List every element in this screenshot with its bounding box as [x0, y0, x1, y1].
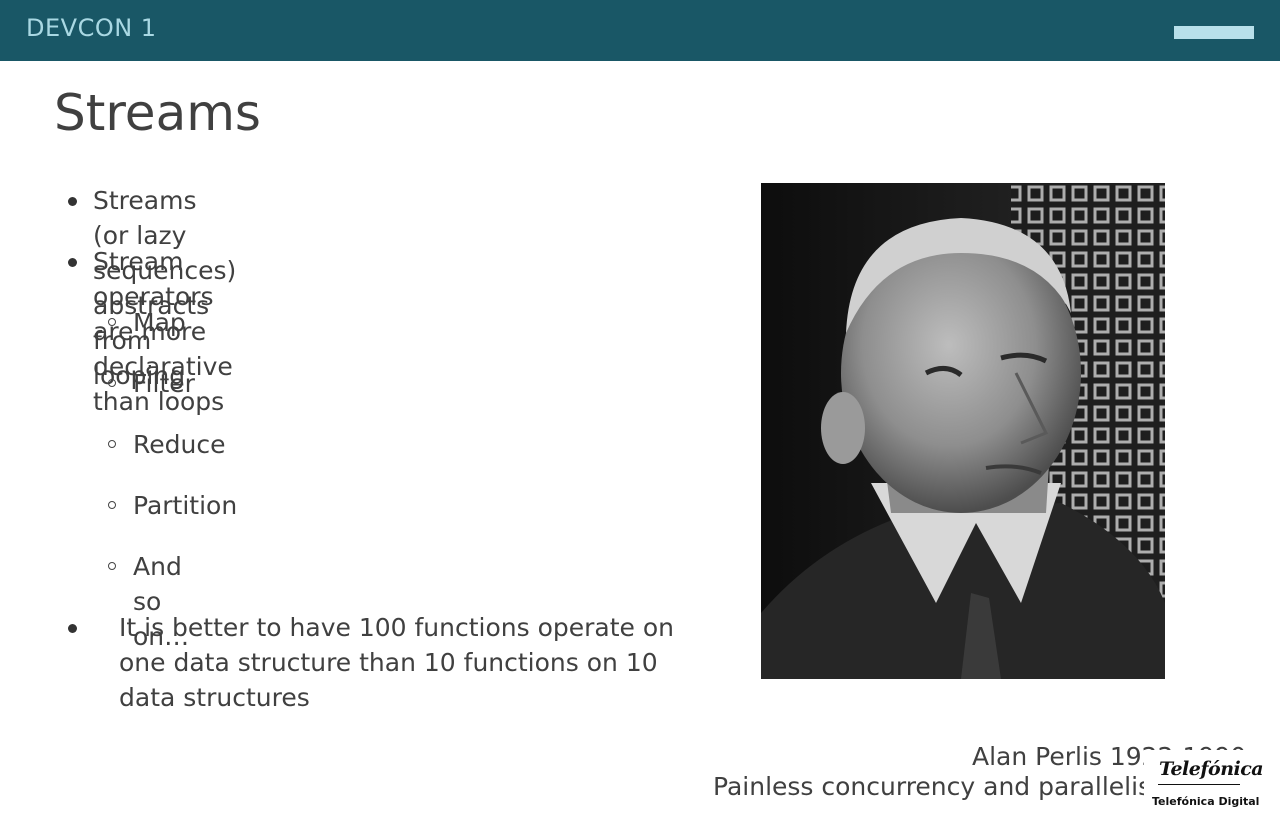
quote-bullet-item: It is better to have 100 functions opera…: [119, 613, 675, 712]
sub-bullet-item: Partition: [133, 491, 238, 520]
bullet-dot-icon: [68, 258, 77, 267]
brand-title: DEVCON 1: [26, 14, 157, 42]
logo-rule: [1158, 784, 1240, 785]
sub-bullet-ring-icon: [108, 501, 116, 509]
footer-text: Painless concurrency and parallelism: [713, 772, 1176, 801]
sub-bullet-ring-icon: [108, 440, 116, 448]
sub-bullet-item: Reduce: [133, 430, 226, 459]
portrait-photo: [761, 183, 1165, 679]
telefonica-logo: Telefónica Telefónica Digital: [1144, 750, 1264, 814]
sub-bullet-ring-icon: [108, 379, 116, 387]
sub-bullet-ring-icon: [108, 562, 116, 570]
bullet-dot-icon: [68, 624, 77, 633]
header-bar: DEVCON 1: [0, 0, 1280, 61]
slide-title: Streams: [54, 84, 261, 142]
sub-bullet-item: Filter: [133, 369, 195, 398]
sub-bullet-ring-icon: [108, 318, 116, 326]
header-accent-bar: [1174, 26, 1254, 39]
bullet-dot-icon: [68, 197, 77, 206]
sub-bullet-item: Map: [133, 308, 186, 337]
logo-script-text: Telefónica: [1159, 758, 1264, 780]
portrait-photo-graphic: [761, 183, 1165, 679]
logo-sub-text: Telefónica Digital: [1152, 795, 1260, 808]
